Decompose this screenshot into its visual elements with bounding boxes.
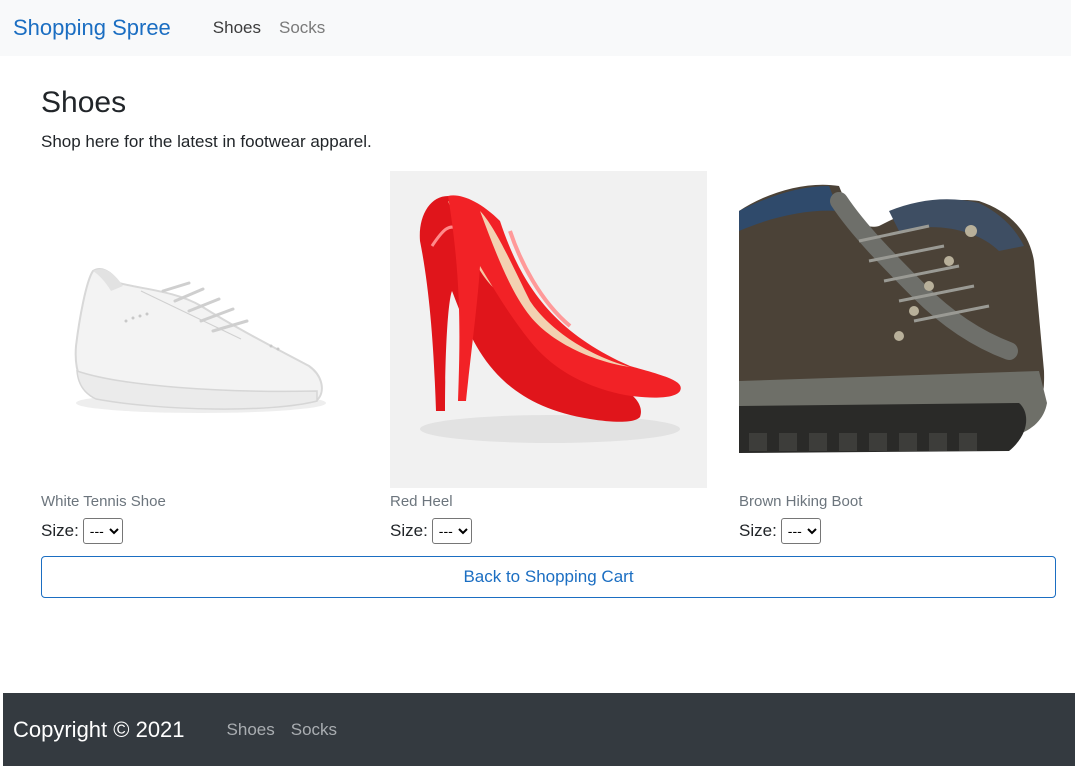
product-card-red-heel: Red Heel Size: ---: [390, 171, 707, 544]
size-label: Size:: [41, 521, 79, 540]
white-tennis-shoe-image: [41, 171, 358, 488]
page-title: Shoes: [41, 86, 127, 119]
top-navbar: Shopping Spree Shoes Socks: [0, 0, 1071, 56]
size-select-red-heel[interactable]: ---: [431, 518, 472, 544]
footer-copyright: Copyright © 2021: [13, 716, 185, 742]
nav-link-shoes[interactable]: Shoes: [213, 18, 261, 38]
size-row: Size: ---: [390, 518, 707, 544]
brand-link[interactable]: Shopping Spree: [13, 15, 171, 41]
product-name: White Tennis Shoe: [41, 493, 166, 510]
product-card-brown-hiking-boot: Brown Hiking Boot Size: ---: [739, 171, 1056, 544]
footer-link-shoes[interactable]: Shoes: [227, 720, 275, 740]
product-card-white-tennis-shoe: White Tennis Shoe Size: ---: [41, 171, 358, 544]
red-heel-image: [390, 171, 707, 488]
size-select-brown-hiking-boot[interactable]: ---: [780, 518, 821, 544]
main-content: Shoes Shop here for the latest in footwe…: [41, 56, 1057, 598]
page-subtitle: Shop here for the latest in footwear app…: [41, 132, 372, 151]
brown-hiking-boot-image: [739, 171, 1056, 488]
footer-link-socks[interactable]: Socks: [291, 720, 337, 740]
product-grid: White Tennis Shoe Size: --- Red Heel Siz…: [41, 171, 1057, 544]
product-name: Brown Hiking Boot: [739, 493, 863, 510]
product-name: Red Heel: [390, 493, 453, 510]
nav-link-socks[interactable]: Socks: [279, 18, 325, 38]
size-row: Size: ---: [41, 518, 358, 544]
size-select-white-tennis-shoe[interactable]: ---: [82, 518, 123, 544]
footer: Copyright © 2021 Shoes Socks: [3, 693, 1075, 766]
size-label: Size:: [390, 521, 428, 540]
size-row: Size: ---: [739, 518, 1056, 544]
back-to-shopping-cart-button[interactable]: Back to Shopping Cart: [41, 556, 1056, 598]
size-label: Size:: [739, 521, 777, 540]
